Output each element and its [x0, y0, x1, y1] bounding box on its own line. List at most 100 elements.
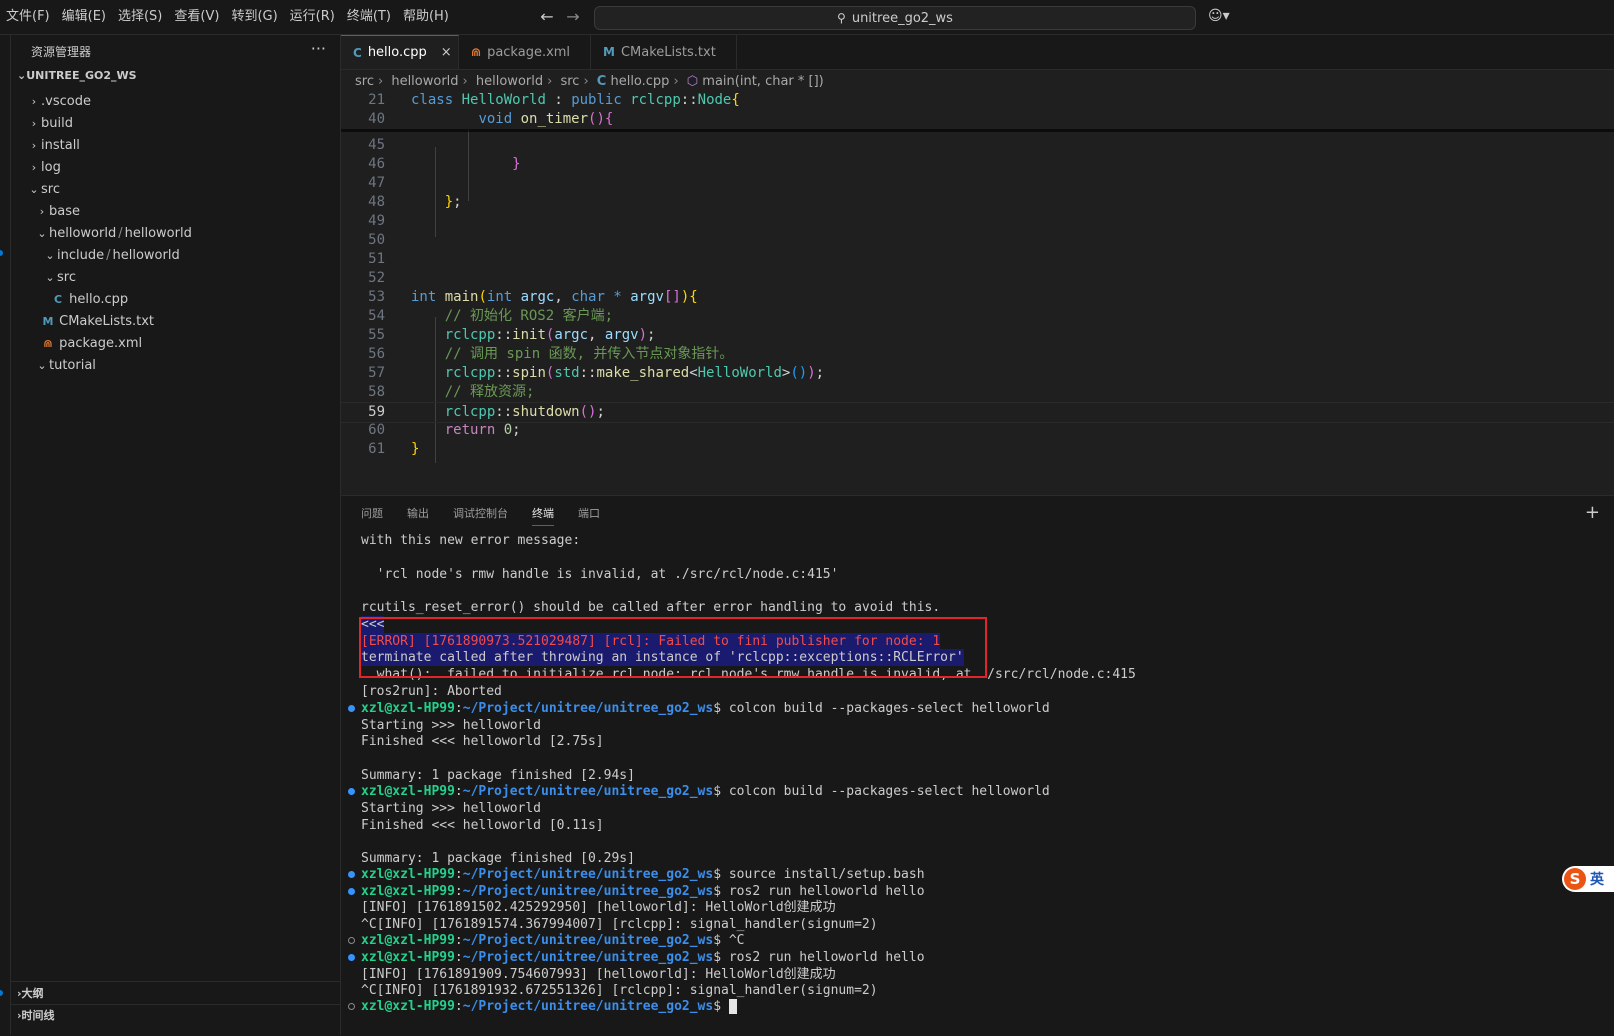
forward-arrow-icon[interactable]: → — [562, 7, 584, 27]
tree-item-tutorial[interactable]: ⌄ tutorial — [11, 355, 340, 377]
panel-tabs: 问题 输出 调试控制台 终端 端口 — [341, 496, 624, 532]
divider — [11, 1004, 340, 1005]
copilot-icon[interactable]: ☺▾ — [1208, 8, 1230, 24]
tree-item-vscode[interactable]: › .vscode — [11, 91, 340, 113]
more-actions-icon[interactable]: ··· — [311, 39, 326, 58]
line-number: 21 — [368, 92, 385, 108]
command-status-icon — [348, 788, 355, 795]
tree-item-hello-cpp[interactable]: C hello.cpp — [11, 289, 340, 311]
tab-package-xml[interactable]: ⋒ package.xml — [459, 35, 591, 69]
tree-item-label: src — [41, 182, 60, 197]
rss-xml-file-icon: ⋒ — [471, 45, 482, 59]
prompt-command: $ ros2 run helloworld hello — [713, 884, 925, 899]
tree-item-src[interactable]: ⌄ src — [11, 179, 340, 201]
terminal-prompt-line: xzl@xzl-HP99:~/Project/unitree/unitree_g… — [361, 884, 925, 899]
code-line: 54 // 初始化 ROS2 客户端; — [341, 307, 1614, 326]
menu-edit[interactable]: 编辑(E) — [56, 0, 112, 34]
breadcrumb-item[interactable]: hello.cpp — [610, 74, 669, 89]
code-text: } — [411, 441, 420, 457]
tab-output[interactable]: 输出 — [407, 496, 429, 532]
terminal-line: 'rcl node's rmw handle is invalid, at ./… — [361, 567, 839, 582]
line-number: 47 — [368, 175, 385, 191]
timeline-section[interactable]: ›时间线 — [17, 1007, 55, 1023]
command-center-search[interactable]: ⚲ unitree_go2_ws — [594, 6, 1196, 30]
menu-help[interactable]: 帮助(H) — [397, 0, 455, 34]
tab-hello-cpp[interactable]: C hello.cpp × — [341, 35, 459, 69]
terminal-line: Finished <<< helloworld [2.75s] — [361, 734, 604, 749]
close-icon[interactable]: × — [441, 45, 452, 60]
scm-indicator-icon — [0, 250, 3, 256]
bottom-panel: 问题 输出 调试控制台 终端 端口 + with this new error … — [341, 495, 1614, 1036]
breadcrumb-item[interactable]: src — [355, 74, 374, 89]
code-line: 46 } — [341, 155, 1614, 174]
prompt-user: xzl@xzl-HP99 — [361, 884, 455, 899]
menu-terminal[interactable]: 终端(T) — [341, 0, 397, 34]
tree-item-cmakelists[interactable]: M CMakeLists.txt — [11, 311, 340, 333]
line-number: 49 — [368, 213, 385, 229]
terminal-line: rcutils_reset_error() should be called a… — [361, 600, 941, 615]
prompt-command: $ ^C — [713, 933, 745, 948]
code-line: 60 return 0; — [341, 421, 1614, 440]
back-arrow-icon[interactable]: ← — [536, 7, 558, 27]
explorer-title: 资源管理器 — [31, 45, 92, 59]
tree-item-build[interactable]: › build — [11, 113, 340, 135]
tree-item-src-inner[interactable]: ⌄ src — [11, 267, 340, 289]
terminal-line: with this new error message: — [361, 533, 581, 548]
tab-problems[interactable]: 问题 — [361, 496, 383, 532]
tab-terminal[interactable]: 终端 — [532, 496, 554, 532]
line-number: 48 — [368, 194, 385, 210]
line-number: 61 — [368, 441, 385, 457]
tree-item-base[interactable]: › base — [11, 201, 340, 223]
menu-go[interactable]: 转到(G) — [225, 0, 283, 34]
activity-bar — [0, 35, 11, 1035]
add-terminal-icon[interactable]: + — [1585, 502, 1600, 523]
code-text: }; — [444, 194, 462, 210]
menu-selection[interactable]: 选择(S) — [112, 0, 168, 34]
terminal-output[interactable]: with this new error message: 'rcl node's… — [341, 532, 1614, 1036]
code-line: 45 — [341, 136, 1614, 155]
code-line-current: 59 rclcpp::shutdown(); — [341, 402, 1614, 423]
tab-ports[interactable]: 端口 — [578, 496, 600, 532]
outline-label: 大纲 — [21, 987, 44, 1000]
tree-item-package-xml[interactable]: ⋒ package.xml — [11, 333, 340, 355]
ime-indicator[interactable]: S 英 — [1562, 866, 1614, 892]
tree-item-install[interactable]: › install — [11, 135, 340, 157]
chevron-right-icon: › — [31, 117, 37, 130]
workspace-root[interactable]: ⌄UNITREE_GO2_WS — [17, 69, 137, 82]
terminal-prompt-line: xzl@xzl-HP99:~/Project/unitree/unitree_g… — [361, 933, 745, 948]
tree-item-label: helloworld — [112, 248, 180, 263]
breadcrumb-item[interactable]: helloworld — [391, 74, 458, 89]
tree-item-include[interactable]: ⌄ include / helloworld — [11, 245, 340, 267]
chevron-down-icon: ⌄ — [17, 69, 27, 82]
command-status-icon — [348, 705, 355, 712]
menu-file[interactable]: 文件(F) — [0, 0, 56, 34]
code-editor[interactable]: 21 class HelloWorld : public rclcpp::Node… — [341, 91, 1614, 495]
tree-item-log[interactable]: › log — [11, 157, 340, 179]
command-status-icon — [348, 1003, 355, 1010]
rss-xml-file-icon: ⋒ — [43, 337, 53, 350]
line-number: 40 — [368, 111, 385, 127]
line-number: 57 — [368, 365, 385, 381]
tree-item-helloworld[interactable]: ⌄ helloworld / helloworld — [11, 223, 340, 245]
tab-debug-console[interactable]: 调试控制台 — [453, 496, 508, 532]
breadcrumb-item[interactable]: src — [560, 74, 579, 89]
code-text: class HelloWorld : public rclcpp::Node{ — [411, 92, 740, 108]
prompt-command: $ source install/setup.bash — [713, 867, 925, 882]
command-status-icon — [348, 888, 355, 895]
breadcrumb-item[interactable]: helloworld — [476, 74, 543, 89]
tab-cmakelists[interactable]: M CMakeLists.txt — [591, 35, 737, 69]
terminal-line: Starting >>> helloworld — [361, 718, 542, 733]
code-line: 51 — [341, 250, 1614, 269]
breadcrumb-item[interactable]: main(int, char * []) — [702, 74, 823, 89]
breadcrumb-separator: › — [462, 74, 468, 89]
menu-view[interactable]: 查看(V) — [168, 0, 225, 34]
tree-item-label: tutorial — [49, 358, 96, 373]
line-number: 60 — [368, 422, 385, 438]
tree-item-label: helloworld — [124, 226, 192, 241]
tree-item-label: hello.cpp — [69, 292, 129, 307]
outline-section[interactable]: ›大纲 — [17, 985, 44, 1001]
terminal-line: [INFO] [1761891909.754607993] [helloworl… — [361, 967, 836, 982]
prompt-user: xzl@xzl-HP99 — [361, 784, 455, 799]
menu-run[interactable]: 运行(R) — [284, 0, 341, 34]
chevron-down-icon: ⌄ — [37, 359, 47, 372]
